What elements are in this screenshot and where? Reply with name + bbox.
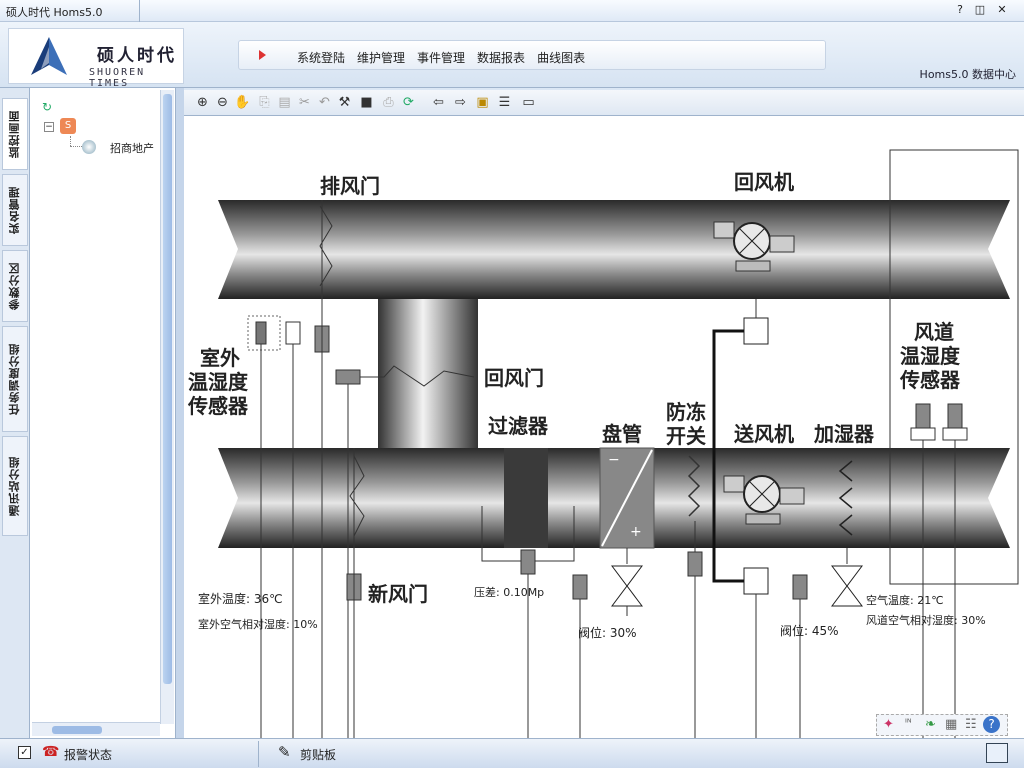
return-fan-label: 回风机 (734, 170, 794, 194)
hvac-diagram: − + 排风门 回风机 室外 温湿度 传感器 回风门 过滤器 盘管 防冻 开关 … (184, 116, 1024, 738)
print-icon[interactable]: ⎙ (380, 94, 397, 111)
tab-comm-stations-label: 通讯站分组 (8, 456, 21, 516)
paste-icon[interactable]: ▤ (276, 94, 293, 111)
zoom-in-icon[interactable]: ⊕ (194, 94, 211, 111)
alarm-checkbox[interactable]: ✓ (18, 746, 31, 759)
header: 硕人时代 SHUOREN TIMES 系统登陆 维护管理 事件管理 数据报表 曲… (0, 22, 1024, 89)
folder-up-icon[interactable]: ▣ (474, 94, 491, 111)
tree-item-site[interactable]: 招商地产 (110, 140, 154, 156)
duct-sensor-label-3: 传感器 (900, 368, 960, 392)
logo-brand-text: 硕人时代 (97, 46, 177, 66)
side-tabs: 监控画面 实名管理 参数分区 任务调度分组 通讯站分组 (0, 88, 30, 738)
mode-icon[interactable]: ᴵᴺ (905, 718, 912, 729)
scroll-thumb[interactable] (52, 726, 102, 734)
outdoor-temp-readout: 室外温度: 36℃ (198, 592, 283, 606)
fresh-damper-label: 新风门 (368, 582, 428, 606)
tab-realname-label: 实名管理 (8, 186, 21, 234)
refresh-icon[interactable]: ↻ (42, 100, 52, 114)
coil-valve-readout: 阀位: 30% (578, 626, 637, 640)
return-damper-label: 回风门 (484, 366, 544, 390)
exhaust-damper-label: 排风门 (320, 174, 380, 198)
datacenter-label: Homs5.0 数据中心 (919, 68, 1016, 81)
svg-text:+: + (630, 524, 642, 540)
return-duct (218, 200, 1010, 299)
tab-params-label: 参数分区 (8, 262, 21, 310)
zoom-out-icon[interactable]: ⊖ (214, 94, 231, 111)
copy-icon[interactable]: ⎘ (256, 94, 273, 111)
play-icon (259, 50, 266, 60)
filter-label: 过滤器 (488, 414, 548, 438)
tab-monitoring[interactable]: 监控画面 (2, 98, 28, 170)
logo-english-text: SHUOREN TIMES (89, 67, 146, 89)
tree-horizontal-scrollbar[interactable] (32, 722, 160, 736)
menu-login[interactable]: 系统登陆 (297, 49, 345, 66)
logo-mark-icon (31, 37, 67, 75)
supply-fan-label: 送风机 (734, 422, 794, 446)
alarm-status-label[interactable]: 报警状态 (64, 746, 112, 763)
alarm-bell-icon: ☎ (42, 744, 60, 760)
tree-line (70, 146, 82, 147)
outdoor-rh-readout: 室外空气相对湿度: 10% (198, 618, 318, 631)
restore-button[interactable]: ◫ (972, 3, 988, 16)
collapse-icon[interactable]: − (44, 122, 54, 132)
diagram-mini-toolbar: ✦ ᴵᴺ ❧ ▦ ☷ ? (876, 714, 1008, 736)
air-temp-readout: 空气温度: 21℃ (866, 594, 944, 607)
tab-comm-stations[interactable]: 通讯站分组 (2, 436, 28, 536)
tree-line (70, 136, 71, 146)
menu-charts[interactable]: 曲线图表 (537, 49, 585, 66)
status-divider (258, 741, 260, 767)
coil-label: 盘管 (602, 422, 642, 446)
menu-reports[interactable]: 数据报表 (477, 49, 525, 66)
antifreeze-label-2: 开关 (666, 424, 706, 448)
layers-icon[interactable]: ☰ (496, 94, 513, 111)
grid-icon[interactable]: ▦ (945, 717, 957, 732)
status-bar: ✓ ☎ 报警状态 ✎ 剪贴板 (0, 738, 1024, 768)
undo-icon[interactable]: ↶ (316, 94, 333, 111)
site-node-icon[interactable] (82, 140, 96, 154)
tab-scheduling[interactable]: 任务调度分组 (2, 326, 28, 432)
clipboard-label[interactable]: 剪贴板 (300, 746, 336, 763)
logo: 硕人时代 SHUOREN TIMES (8, 28, 184, 89)
tab-monitoring-label: 监控画面 (8, 110, 21, 158)
panel-toggle-icon[interactable] (986, 743, 1008, 763)
cut-icon[interactable]: ✂ (296, 94, 313, 111)
tools-icon[interactable]: ⚒ (336, 94, 353, 111)
diagram-toolbar: ⊕ ⊖ ✋ ⎘ ▤ ✂ ↶ ⚒ ■ ⎙ ⟳ ⇦ ⇨ ▣ ☰ ▭ (184, 90, 1024, 116)
outdoor-sensor-label-3: 传感器 (188, 394, 248, 418)
duct-rh-readout: 风道空气相对湿度: 30% (866, 614, 986, 627)
close-button[interactable]: ✕ (994, 3, 1010, 16)
main-menu: 系统登陆 维护管理 事件管理 数据报表 曲线图表 (238, 40, 826, 70)
tree-vertical-scrollbar[interactable] (160, 90, 174, 724)
fullscreen-icon[interactable]: ▭ (520, 94, 537, 111)
leaf-icon[interactable]: ❧ (925, 717, 936, 732)
menu-items: 系统登陆 维护管理 事件管理 数据报表 曲线图表 (297, 49, 585, 66)
pressure-diff-readout: 压差: 0.10Mp (474, 586, 545, 599)
list-icon[interactable]: ☷ (965, 717, 977, 732)
scroll-thumb[interactable] (163, 94, 172, 684)
filter-element (504, 448, 548, 548)
stop-icon[interactable]: ■ (358, 94, 375, 111)
arrow-left-icon[interactable]: ⇦ (430, 94, 447, 111)
humidifier-label: 加湿器 (814, 422, 874, 446)
tree-panel: ↻ − S 招商地产 (30, 88, 176, 738)
refresh-icon[interactable]: ⟳ (400, 94, 417, 111)
help-button[interactable]: ? (952, 3, 968, 16)
arrow-right-icon[interactable]: ⇨ (452, 94, 469, 111)
svg-text:−: − (608, 452, 620, 468)
pan-hand-icon[interactable]: ✋ (234, 94, 251, 111)
menu-maintenance[interactable]: 维护管理 (357, 49, 405, 66)
tab-realname[interactable]: 实名管理 (2, 174, 28, 246)
panel-splitter[interactable] (176, 88, 184, 738)
window-title: 硕人时代 Homs5.0 (6, 6, 103, 19)
humidifier-valve-readout: 阀位: 45% (780, 624, 839, 638)
menu-events[interactable]: 事件管理 (417, 49, 465, 66)
title-bar: 硕人时代 Homs5.0 ? ◫ ✕ (0, 0, 1024, 22)
root-node-icon[interactable]: S (60, 118, 76, 134)
tab-scheduling-label: 任务调度分组 (8, 343, 21, 415)
help-icon[interactable]: ? (983, 716, 1000, 733)
pin-icon[interactable]: ✦ (883, 717, 894, 732)
tab-params[interactable]: 参数分区 (2, 250, 28, 322)
clipboard-icon: ✎ (278, 743, 291, 761)
